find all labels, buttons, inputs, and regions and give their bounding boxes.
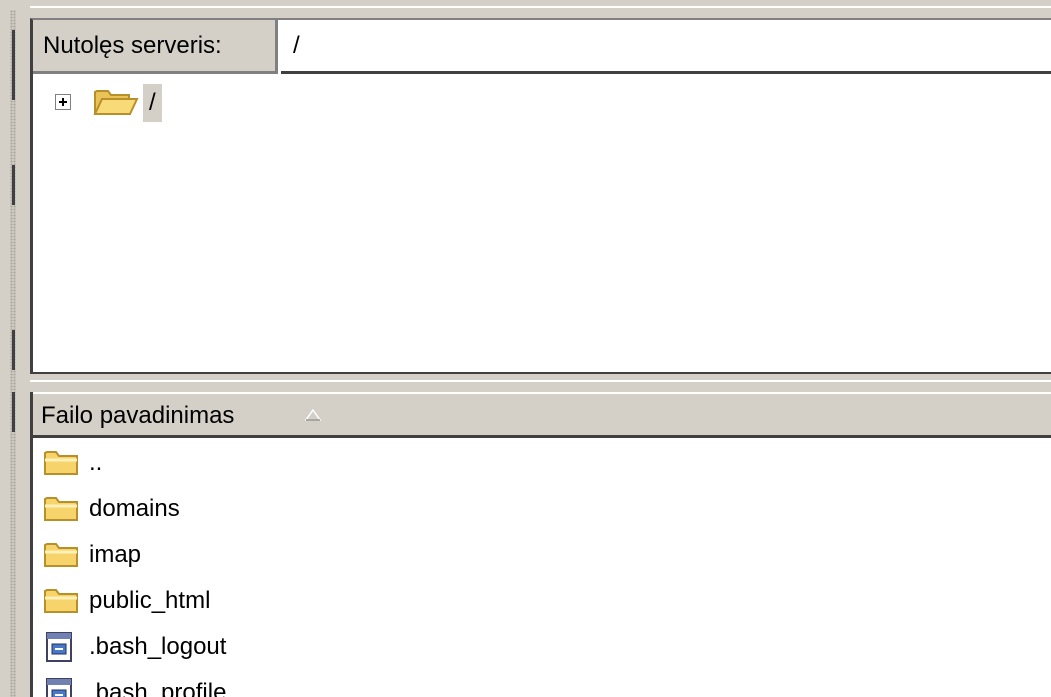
file-icon (43, 678, 75, 697)
file-name: domains (89, 495, 180, 522)
remote-tree-panel: Nutolęs serveris: / (30, 18, 1051, 374)
splitter-edge (12, 392, 15, 432)
tree-node-label: / (143, 84, 162, 122)
folder-icon (43, 448, 79, 481)
splitter-highlight (30, 380, 1051, 382)
remote-path-bar: Nutolęs serveris: (33, 20, 1051, 74)
file-name: public_html (89, 587, 211, 614)
folder-icon (43, 494, 79, 527)
file-name: .bash_profile (89, 679, 227, 697)
file-icon (43, 632, 75, 667)
folder-icon (43, 540, 79, 573)
expand-plus-icon[interactable] (55, 94, 71, 110)
folder-icon (43, 586, 79, 619)
remote-path-input[interactable] (281, 20, 1051, 74)
vertical-splitter[interactable] (0, 0, 30, 697)
splitter-edge (12, 165, 15, 205)
splitter-edge (12, 30, 15, 100)
file-name: .bash_logout (89, 633, 227, 660)
column-header-label: Failo pavadinimas (41, 402, 235, 429)
file-name: .. (89, 449, 103, 476)
folder-open-icon (93, 86, 139, 123)
file-name: imap (89, 541, 142, 568)
horizontal-splitter[interactable] (30, 374, 1051, 392)
splitter-highlight (30, 6, 1051, 8)
remote-file-list: Failo pavadinimas .. domains imap public… (30, 392, 1051, 697)
column-header-filename[interactable]: Failo pavadinimas (33, 392, 1051, 438)
sort-ascending-icon (304, 408, 322, 426)
ftp-client-window: Nutolęs serveris: / Failo pavadinimas (0, 0, 1051, 697)
splitter-edge (12, 330, 15, 370)
remote-site-label: Nutolęs serveris: (33, 20, 278, 74)
